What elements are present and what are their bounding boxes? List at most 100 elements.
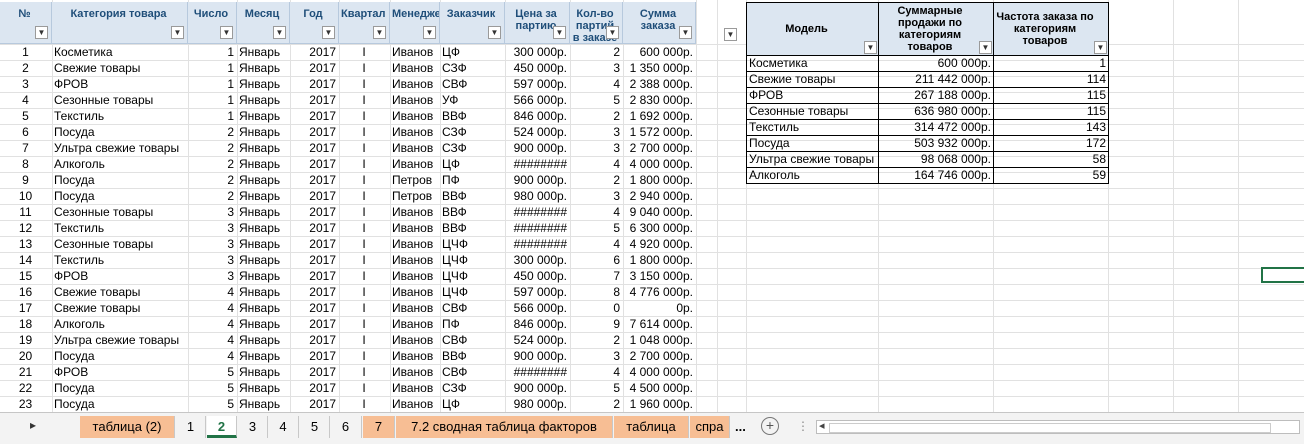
table-cell[interactable]: ЦФ: [442, 156, 502, 172]
table-cell[interactable]: 2017: [292, 364, 336, 380]
table-cell[interactable]: I: [341, 140, 387, 156]
filter-dropdown-icon[interactable]: ▼: [423, 26, 436, 39]
summary-cell[interactable]: 636 980 000р.: [878, 103, 994, 120]
summary-cell[interactable]: Свежие товары: [746, 71, 879, 88]
table-cell[interactable]: СЗФ: [442, 124, 502, 140]
table-cell[interactable]: 1 800 000р.: [625, 252, 693, 268]
table-cell[interactable]: 2: [190, 124, 234, 140]
row-number[interactable]: 21: [2, 364, 49, 380]
table-cell[interactable]: Иванов: [392, 396, 437, 412]
table-cell[interactable]: Январь: [239, 140, 287, 156]
table-cell[interactable]: 597 000р.: [507, 284, 567, 300]
table-cell[interactable]: Иванов: [392, 284, 437, 300]
sheet-tab[interactable]: 3: [238, 416, 268, 438]
table-cell[interactable]: 2017: [292, 156, 336, 172]
table-cell[interactable]: 1 350 000р.: [625, 60, 693, 76]
table-cell[interactable]: 7: [572, 268, 620, 284]
table-cell[interactable]: 2017: [292, 108, 336, 124]
table-cell[interactable]: 2017: [292, 220, 336, 236]
table-cell[interactable]: Январь: [239, 332, 287, 348]
table-cell[interactable]: 1: [190, 60, 234, 76]
table-cell[interactable]: Алкоголь: [54, 156, 185, 172]
filter-dropdown-icon[interactable]: ▼: [488, 26, 501, 39]
table-cell[interactable]: ПФ: [442, 316, 502, 332]
table-cell[interactable]: Иванов: [392, 220, 437, 236]
table-cell[interactable]: ########: [507, 364, 567, 380]
row-number[interactable]: 10: [2, 188, 49, 204]
table-cell[interactable]: 4 000 000р.: [625, 364, 693, 380]
table-cell[interactable]: 2017: [292, 380, 336, 396]
filter-dropdown-icon[interactable]: ▼: [864, 41, 877, 54]
table-cell[interactable]: 2017: [292, 188, 336, 204]
table-cell[interactable]: Посуда: [54, 348, 185, 364]
table-cell[interactable]: 9 040 000р.: [625, 204, 693, 220]
table-cell[interactable]: Январь: [239, 396, 287, 412]
table-cell[interactable]: Январь: [239, 108, 287, 124]
table-cell[interactable]: 2017: [292, 92, 336, 108]
row-number[interactable]: 18: [2, 316, 49, 332]
table-cell[interactable]: I: [341, 236, 387, 252]
row-number[interactable]: 19: [2, 332, 49, 348]
table-cell[interactable]: 5: [190, 364, 234, 380]
table-cell[interactable]: I: [341, 284, 387, 300]
table-cell[interactable]: Иванов: [392, 124, 437, 140]
more-sheets-button[interactable]: ...: [735, 419, 746, 434]
table-cell[interactable]: 2: [572, 108, 620, 124]
table-cell[interactable]: 2: [190, 172, 234, 188]
table-cell[interactable]: 7 614 000р.: [625, 316, 693, 332]
table-cell[interactable]: I: [341, 92, 387, 108]
table-cell[interactable]: Петров: [392, 188, 437, 204]
table-cell[interactable]: 2017: [292, 332, 336, 348]
table-cell[interactable]: Январь: [239, 60, 287, 76]
table-cell[interactable]: 846 000р.: [507, 108, 567, 124]
table-cell[interactable]: ЦФ: [442, 44, 502, 60]
table-cell[interactable]: 2 388 000р.: [625, 76, 693, 92]
summary-cell[interactable]: 98 068 000р.: [878, 151, 994, 168]
table-cell[interactable]: 0р.: [625, 300, 693, 316]
table-cell[interactable]: Петров: [392, 172, 437, 188]
table-cell[interactable]: ########: [507, 220, 567, 236]
spreadsheet-grid[interactable]: № ▼ Категория товара ▼ Число ▼ Месяц ▼ Год ▼ Кварт…: [0, 0, 1304, 412]
table-cell[interactable]: I: [341, 124, 387, 140]
table-cell[interactable]: Иванов: [392, 268, 437, 284]
row-number[interactable]: 4: [2, 92, 49, 108]
table-cell[interactable]: 2017: [292, 124, 336, 140]
table-cell[interactable]: ВВФ: [442, 220, 502, 236]
summary-cell[interactable]: 314 472 000р.: [878, 119, 994, 136]
table-cell[interactable]: Посуда: [54, 124, 185, 140]
summary-cell[interactable]: 211 442 000р.: [878, 71, 994, 88]
sheet-tab[interactable]: таблица (2): [80, 416, 175, 438]
scroll-thumb[interactable]: [829, 423, 1271, 433]
table-cell[interactable]: Иванов: [392, 348, 437, 364]
table-cell[interactable]: 1: [190, 44, 234, 60]
table-cell[interactable]: Январь: [239, 268, 287, 284]
table-cell[interactable]: ВВФ: [442, 348, 502, 364]
table-cell[interactable]: I: [341, 252, 387, 268]
table-cell[interactable]: 900 000р.: [507, 140, 567, 156]
table-cell[interactable]: 900 000р.: [507, 380, 567, 396]
table-cell[interactable]: 2: [190, 188, 234, 204]
table-cell[interactable]: Свежие товары: [54, 284, 185, 300]
table-cell[interactable]: Январь: [239, 124, 287, 140]
table-cell[interactable]: Январь: [239, 316, 287, 332]
table-cell[interactable]: 3: [190, 204, 234, 220]
table-cell[interactable]: 4: [572, 156, 620, 172]
filter-dropdown-icon[interactable]: ▼: [322, 26, 335, 39]
table-cell[interactable]: Январь: [239, 76, 287, 92]
table-cell[interactable]: 3: [572, 60, 620, 76]
table-cell[interactable]: ФРОВ: [54, 364, 185, 380]
table-cell[interactable]: ЦЧФ: [442, 252, 502, 268]
table-cell[interactable]: 1: [190, 108, 234, 124]
table-cell[interactable]: Январь: [239, 188, 287, 204]
table-cell[interactable]: 3: [190, 236, 234, 252]
table-cell[interactable]: 2017: [292, 300, 336, 316]
summary-cell[interactable]: 164 746 000р.: [878, 167, 994, 184]
table-cell[interactable]: Иванов: [392, 44, 437, 60]
table-cell[interactable]: I: [341, 172, 387, 188]
summary-cell[interactable]: 143: [993, 119, 1109, 136]
table-cell[interactable]: СВФ: [442, 364, 502, 380]
table-cell[interactable]: 2: [190, 140, 234, 156]
table-cell[interactable]: Иванов: [392, 60, 437, 76]
table-cell[interactable]: 0: [572, 300, 620, 316]
table-cell[interactable]: Январь: [239, 348, 287, 364]
